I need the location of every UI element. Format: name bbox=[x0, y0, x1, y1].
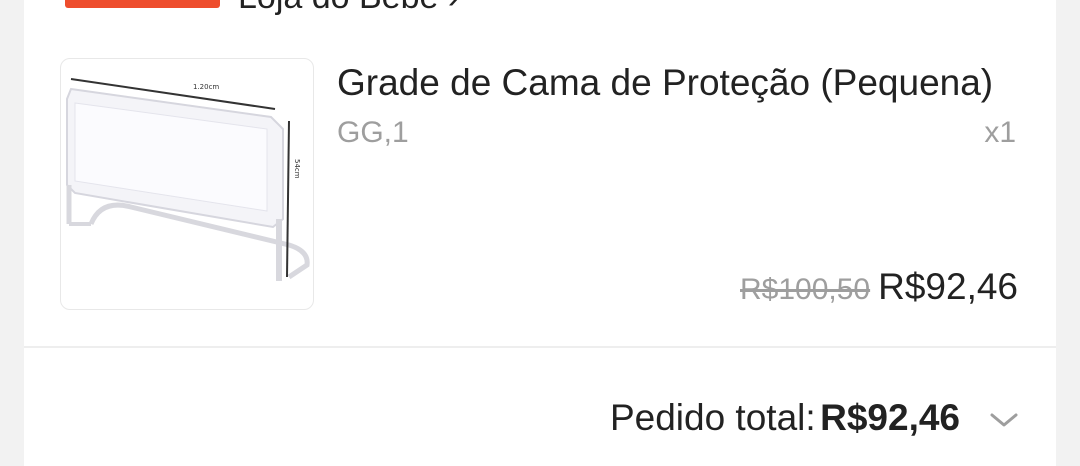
current-price: R$92,46 bbox=[878, 266, 1018, 307]
chevron-down-icon[interactable] bbox=[988, 404, 1020, 436]
price-row: R$100,50 R$92,46 bbox=[740, 264, 1018, 318]
bed-rail-image: 1.20cm 54cm bbox=[66, 78, 310, 281]
product-quantity: x1 bbox=[984, 116, 1016, 149]
product-title[interactable]: Grade de Cama de Proteção (Pequena) bbox=[337, 60, 1017, 106]
order-total-value: R$92,46 bbox=[820, 397, 960, 438]
order-total-row[interactable]: Pedido total: R$92,46 bbox=[610, 394, 960, 450]
order-card: Loja do Bebê › 1.20cm 54cm Grade de Cama… bbox=[24, 0, 1056, 466]
dim-width-label: 1.20cm bbox=[193, 83, 219, 91]
product-variation: GG,1 bbox=[337, 116, 409, 149]
divider bbox=[24, 346, 1056, 348]
dim-height-label: 54cm bbox=[293, 159, 301, 179]
shop-badge bbox=[65, 0, 220, 8]
product-thumbnail[interactable]: 1.20cm 54cm bbox=[60, 58, 314, 310]
order-total-label: Pedido total: bbox=[609, 397, 816, 438]
shop-name[interactable]: Loja do Bebê › bbox=[238, 0, 459, 17]
original-price: R$100,50 bbox=[740, 273, 871, 306]
